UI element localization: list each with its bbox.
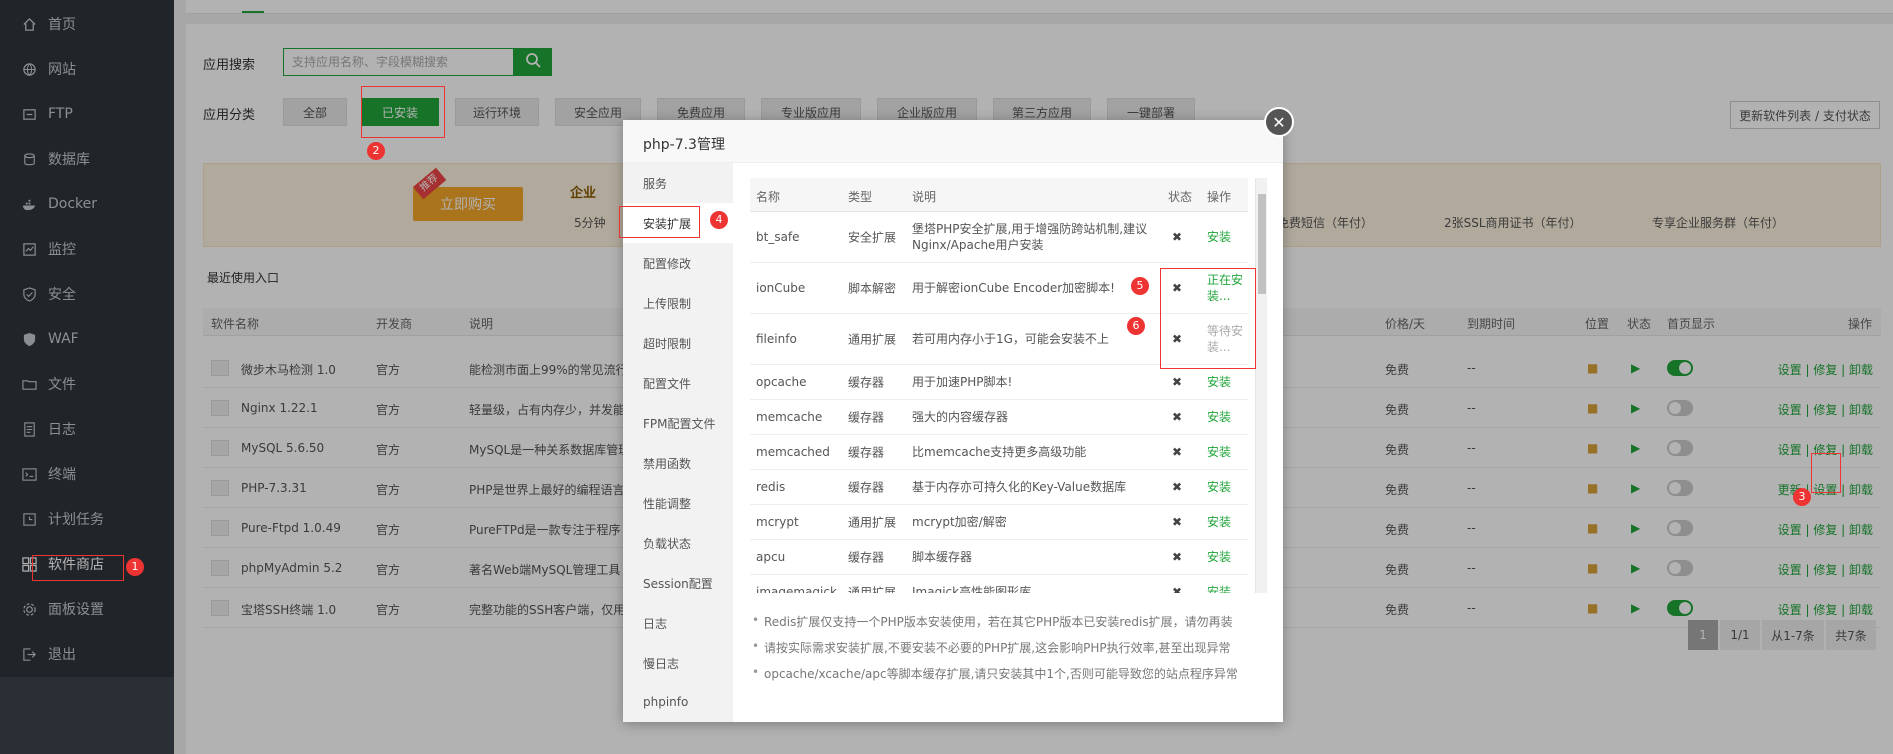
annotation-badge: 4 (710, 211, 728, 229)
ext-status: ✖ (1172, 480, 1183, 494)
ext-status: ✖ (1172, 375, 1183, 389)
close-icon: ✕ (1272, 112, 1286, 132)
ext-install-button[interactable]: 安装 (1207, 229, 1243, 245)
ext-install-button[interactable]: 等待安装... (1207, 323, 1243, 355)
ext-install-button[interactable]: 安装 (1207, 444, 1243, 460)
ext-desc: 用于解密ionCube Encoder加密脚本! (912, 281, 1115, 295)
ext-type: 安全扩展 (848, 230, 897, 245)
modal-menu-item[interactable]: 配置修改 (623, 243, 733, 283)
ext-install-button[interactable]: 安装 (1207, 514, 1243, 530)
ext-desc: 脚本缓存器 (912, 550, 973, 564)
extension-row: fileinfo 通用扩展 若可用内存小于1G，可能会安装不上 ✖ 等待安装... (750, 314, 1248, 365)
modal-menu-item[interactable]: 上传限制 (623, 283, 733, 323)
ext-desc: 堡塔PHP安全扩展,用于增强防跨站机制,建议Nginx/Apache用户安装 (912, 222, 1148, 252)
modal-menu: 服务 安装扩展 配置修改 上传限制 超时限制 配置文件 FPM配置文件 禁用函数 性能调整 负载状… (623, 163, 733, 722)
ext-header-op: 操作 (1207, 190, 1232, 204)
annotation-badge: 5 (1131, 277, 1149, 295)
ext-status: ✖ (1172, 585, 1183, 593)
extension-row: imagemagick 通用扩展 Imagick高性能图形库 ✖ 安装 (750, 575, 1248, 593)
ext-desc: 基于内存亦可持久化的Key-Value数据库 (912, 480, 1127, 494)
ext-status: ✖ (1172, 410, 1183, 424)
ext-header-type: 类型 (848, 190, 873, 204)
ext-desc: 强大的内容缓存器 (912, 410, 1009, 424)
ext-type: 脚本解密 (848, 281, 897, 296)
ext-install-button[interactable]: 安装 (1207, 549, 1243, 565)
note-item: opcache/xcache/apc等脚本缓存扩展,请只安装其中1个,否则可能导… (750, 665, 1270, 691)
ext-type: 缓存器 (848, 550, 885, 565)
screen: 首页 网站 FTP 数据库 Docker 监控 安全 WAF 文件 日志 终端 … (0, 0, 1893, 754)
ext-install-button[interactable]: 安装 (1207, 479, 1243, 495)
ext-install-button[interactable]: 安装 (1207, 409, 1243, 425)
extension-row: memcached 缓存器 比memcache支持更多高级功能 ✖ 安装 (750, 435, 1248, 470)
extension-row: apcu 缓存器 脚本缓存器 ✖ 安装 (750, 540, 1248, 575)
ext-type: 通用扩展 (848, 515, 897, 530)
extension-row: opcache 缓存器 用于加速PHP脚本! ✖ 安装 (750, 365, 1248, 400)
ext-name: fileinfo (756, 332, 797, 346)
annotation-badge: 6 (1127, 317, 1145, 335)
ext-header-name: 名称 (756, 190, 781, 204)
extension-row: ionCube 脚本解密 用于解密ionCube Encoder加密脚本! ✖ 正在安装… (750, 263, 1248, 314)
ext-type: 缓存器 (848, 410, 885, 425)
annotation-badge: 2 (367, 142, 385, 160)
ext-name: mcrypt (756, 515, 799, 529)
modal-menu-item[interactable]: 服务 (623, 163, 733, 203)
ext-desc: 若可用内存小于1G，可能会安装不上 (912, 332, 1109, 346)
ext-name: opcache (756, 375, 807, 389)
ext-type: 通用扩展 (848, 332, 897, 347)
modal-menu-item[interactable]: Session配置 (623, 563, 733, 603)
ext-type: 缓存器 (848, 445, 885, 460)
modal-menu-item[interactable]: 配置文件 (623, 363, 733, 403)
ext-status: ✖ (1172, 230, 1183, 244)
ext-status: ✖ (1172, 332, 1183, 346)
ext-status: ✖ (1172, 445, 1183, 459)
close-button[interactable]: ✕ (1264, 107, 1294, 137)
modal-menu-item[interactable]: phpinfo (623, 683, 733, 723)
ext-header-status: 状态 (1168, 190, 1193, 204)
ext-status: ✖ (1172, 281, 1183, 295)
ext-desc: 比memcache支持更多高级功能 (912, 445, 1087, 459)
ext-name: memcache (756, 410, 823, 424)
extension-notes: Redis扩展仅支持一个PHP版本安装使用，若在其它PHP版本已安装redis扩… (750, 613, 1270, 691)
ext-install-button[interactable]: 正在安装... (1207, 272, 1243, 304)
extension-row: mcrypt 通用扩展 mcrypt加密/解密 ✖ 安装 (750, 505, 1248, 540)
extension-row: memcache 缓存器 强大的内容缓存器 ✖ 安装 (750, 400, 1248, 435)
modal-title: php-7.3管理 (623, 120, 1283, 163)
ext-desc: mcrypt加密/解密 (912, 515, 1007, 529)
scrollbar[interactable] (1255, 178, 1267, 593)
ext-name: memcached (756, 445, 830, 459)
ext-install-button[interactable]: 安装 (1207, 374, 1243, 390)
annotation-badge: 1 (126, 558, 144, 576)
ext-install-button[interactable]: 安装 (1207, 584, 1243, 593)
ext-type: 缓存器 (848, 480, 885, 495)
extension-table: 名称 类型 说明 状态 操作 bt_safe 安全扩展 堡塔PHP安全扩展,用于增强… (750, 178, 1248, 593)
annotation-badge: 3 (1793, 488, 1811, 506)
modal-menu-item[interactable]: 负载状态 (623, 523, 733, 563)
modal-menu-item[interactable]: 性能调整 (623, 483, 733, 523)
scrollbar-thumb[interactable] (1258, 194, 1266, 294)
modal-menu-item[interactable]: FPM配置文件 (623, 403, 733, 443)
modal-menu-item[interactable]: 慢日志 (623, 643, 733, 683)
ext-name: redis (756, 480, 786, 494)
extension-row: bt_safe 安全扩展 堡塔PHP安全扩展,用于增强防跨站机制,建议Nginx/A… (750, 212, 1248, 263)
extension-row: redis 缓存器 基于内存亦可持久化的Key-Value数据库 ✖ 安装 (750, 470, 1248, 505)
modal-menu-item[interactable]: 日志 (623, 603, 733, 643)
ext-header-desc: 说明 (912, 190, 937, 204)
modal-menu-item[interactable]: 禁用函数 (623, 443, 733, 483)
note-item: 请按实际需求安装扩展,不要安装不必要的PHP扩展,这会影响PHP执行效率,甚至出… (750, 639, 1270, 665)
ext-desc: Imagick高性能图形库 (912, 585, 1032, 593)
ext-status: ✖ (1172, 515, 1183, 529)
ext-name: imagemagick (756, 585, 837, 593)
ext-desc: 用于加速PHP脚本! (912, 375, 1013, 389)
ext-name: ionCube (756, 281, 806, 295)
extension-header: 名称 类型 说明 状态 操作 (750, 178, 1248, 212)
ext-type: 缓存器 (848, 375, 885, 390)
note-item: Redis扩展仅支持一个PHP版本安装使用，若在其它PHP版本已安装redis扩… (750, 613, 1270, 639)
ext-status: ✖ (1172, 550, 1183, 564)
ext-type: 通用扩展 (848, 585, 897, 594)
ext-name: apcu (756, 550, 786, 564)
modal-menu-item[interactable]: 超时限制 (623, 323, 733, 363)
ext-name: bt_safe (756, 230, 800, 244)
